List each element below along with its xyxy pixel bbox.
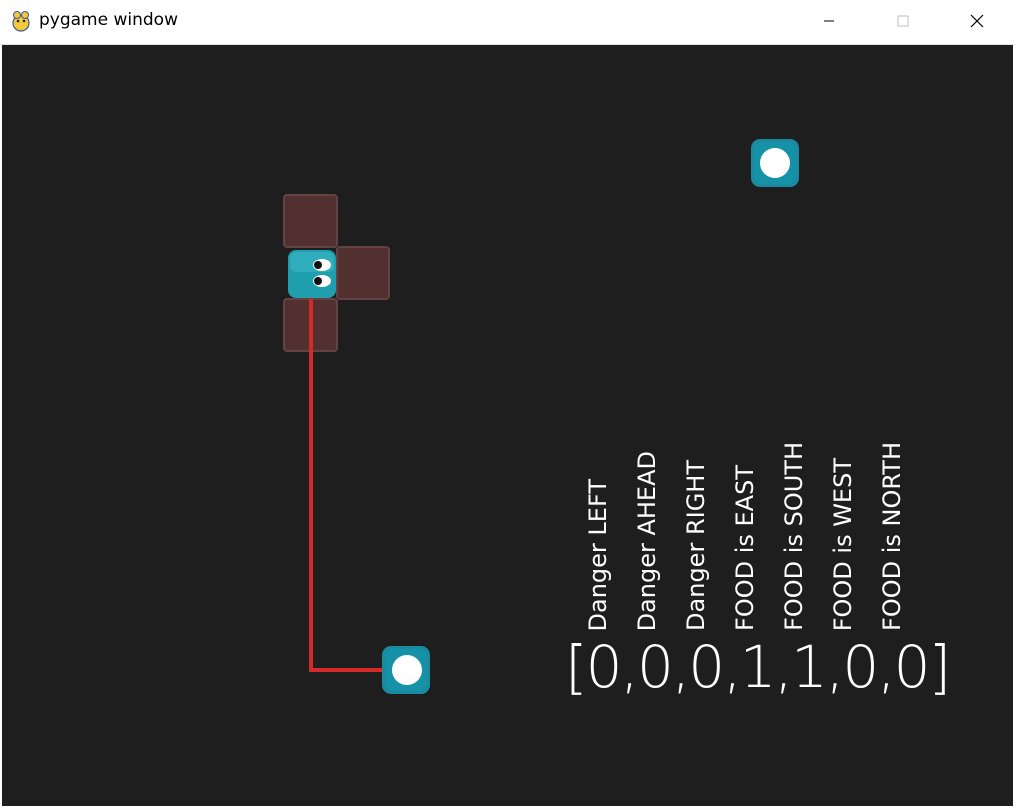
minimize-icon xyxy=(824,20,834,22)
food-item xyxy=(751,139,799,187)
game-canvas[interactable]: Danger LEFT Danger AHEAD Danger RIGHT FO… xyxy=(2,45,1013,806)
close-button[interactable] xyxy=(954,0,1000,42)
food-item xyxy=(382,646,430,694)
path-line xyxy=(309,299,406,672)
maximize-icon xyxy=(897,15,909,27)
close-icon xyxy=(970,14,984,28)
snake-head xyxy=(288,250,336,298)
maximize-button[interactable] xyxy=(880,0,926,42)
pygame-snake-icon xyxy=(12,11,30,32)
danger-cell-north xyxy=(283,194,338,248)
window-title: pygame window xyxy=(39,10,178,30)
minimize-button[interactable] xyxy=(806,0,852,42)
danger-cell-east xyxy=(336,246,390,300)
title-bar: pygame window xyxy=(0,0,1015,45)
game-scene xyxy=(283,139,799,694)
